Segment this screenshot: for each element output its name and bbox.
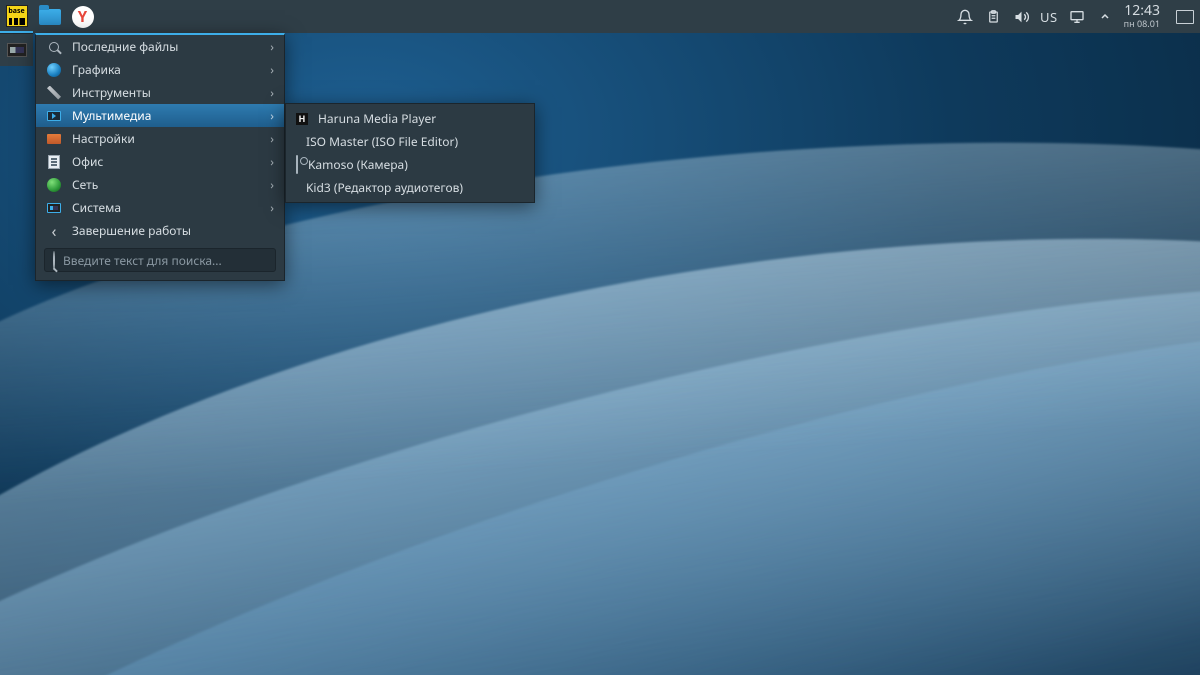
search-icon (46, 39, 62, 55)
chevron-right-icon: › (270, 176, 274, 193)
menu-item-label: Инструменты (72, 84, 260, 101)
taskbar-launchers: base Y (0, 0, 99, 33)
menu-item-system[interactable]: Система › (36, 196, 284, 219)
media-icon (46, 108, 62, 124)
clock[interactable]: 12:43 пн 08.01 (1124, 4, 1160, 28)
system-icon (46, 200, 62, 216)
launcher-appmenu[interactable]: base (0, 0, 33, 33)
chevron-right-icon: › (270, 153, 274, 170)
menu-item-leave[interactable]: ‹ Завершение работы (36, 219, 284, 242)
show-desktop-button[interactable] (1176, 10, 1194, 24)
chevron-right-icon: › (270, 61, 274, 78)
submenu-item-haruna[interactable]: H Haruna Media Player (286, 107, 534, 130)
submenu-item-label: Haruna Media Player (318, 110, 436, 127)
clock-date: пн 08.01 (1124, 19, 1160, 28)
chevron-right-icon: › (270, 199, 274, 216)
menu-item-label: Система (72, 199, 260, 216)
chevron-right-icon: › (270, 84, 274, 101)
menu-item-label: Офис (72, 153, 260, 170)
menu-search-input[interactable] (63, 252, 267, 269)
submenu-item-kamoso[interactable]: Kamoso (Камера) (286, 153, 534, 176)
camera-icon (296, 156, 298, 173)
submenu-item-label: Kamoso (Камера) (308, 156, 408, 173)
menu-item-label: Последние файлы (72, 38, 260, 55)
folder-icon (39, 9, 61, 25)
graphics-icon (46, 62, 62, 78)
window-icon (7, 43, 27, 57)
wrench-icon (46, 85, 62, 101)
keyboard-layout[interactable]: US (1040, 8, 1058, 26)
menu-search[interactable] (44, 248, 276, 272)
menu-item-label: Графика (72, 61, 260, 78)
settings-icon (46, 131, 62, 147)
menu-item-tools[interactable]: Инструменты › (36, 81, 284, 104)
notifications-icon[interactable] (956, 8, 974, 26)
clipboard-icon[interactable] (984, 8, 1002, 26)
menu-item-multimedia[interactable]: Мультимедиа › (36, 104, 284, 127)
submenu-item-kid3[interactable]: Kid3 (Редактор аудиотегов) (286, 176, 534, 199)
menu-item-network[interactable]: Сеть › (36, 173, 284, 196)
menu-item-graphics[interactable]: Графика › (36, 58, 284, 81)
back-icon: ‹ (46, 223, 62, 239)
launcher-yandex-browser[interactable]: Y (66, 0, 99, 33)
chevron-right-icon: › (270, 38, 274, 55)
search-icon (53, 252, 55, 269)
taskbar-entry-active-window[interactable] (0, 33, 33, 66)
submenu-item-isomaster[interactable]: ISO Master (ISO File Editor) (286, 130, 534, 153)
taskbar: base Y US 12:43 пн 08.01 (0, 0, 1200, 33)
menu-item-settings[interactable]: Настройки › (36, 127, 284, 150)
multimedia-submenu: H Haruna Media Player ISO Master (ISO Fi… (285, 103, 535, 203)
globe-icon (46, 177, 62, 193)
volume-icon[interactable] (1012, 8, 1030, 26)
menu-item-label: Сеть (72, 176, 260, 193)
chevron-right-icon: › (270, 107, 274, 124)
display-icon[interactable] (1068, 8, 1086, 26)
tray-expand-icon[interactable] (1096, 8, 1114, 26)
basealt-icon: base (6, 5, 28, 27)
submenu-item-label: ISO Master (ISO File Editor) (306, 133, 458, 150)
system-tray: US 12:43 пн 08.01 (956, 4, 1200, 28)
application-menu: Последние файлы › Графика › Инструменты … (35, 33, 285, 281)
menu-item-office[interactable]: Офис › (36, 150, 284, 173)
chevron-right-icon: › (270, 130, 274, 147)
menu-item-recent-files[interactable]: Последние файлы › (36, 35, 284, 58)
menu-item-label: Завершение работы (72, 222, 274, 239)
launcher-file-manager[interactable] (33, 0, 66, 33)
submenu-item-label: Kid3 (Редактор аудиотегов) (306, 179, 463, 196)
yandex-icon: Y (72, 6, 94, 28)
office-icon (46, 154, 62, 170)
menu-item-label: Мультимедиа (72, 107, 260, 124)
haruna-icon: H (296, 113, 308, 125)
menu-item-label: Настройки (72, 130, 260, 147)
